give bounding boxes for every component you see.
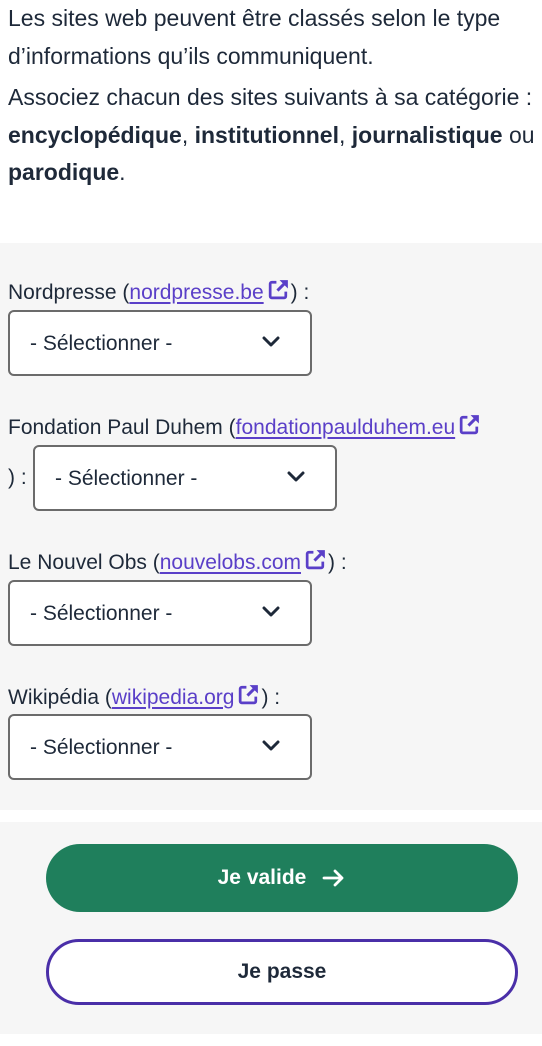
label-suffix: ) : (328, 551, 347, 574)
chevron-down-icon (262, 740, 280, 751)
select-nouvelobs[interactable]: - Sélectionner - (8, 580, 312, 646)
validate-button[interactable]: Je valide (46, 844, 518, 912)
link-nouvelobs[interactable]: nouvelobs.com (160, 551, 301, 574)
question-label-nordpresse: Nordpresse (nordpresse.be ) : (8, 277, 309, 307)
external-link-icon[interactable] (457, 412, 482, 437)
category-encyclopedique: encyclopédique (8, 121, 182, 148)
chevron-down-icon (262, 336, 280, 347)
link-wikipedia[interactable]: wikipedia.org (112, 686, 235, 709)
question-label-wikipedia: Wikipédia (wikipedia.org ) : (8, 682, 280, 712)
separator: , (338, 121, 352, 148)
label-suffix: ) : (261, 686, 281, 709)
skip-label: Je passe (237, 960, 327, 983)
separator: ou (502, 121, 535, 148)
separator: , (181, 121, 195, 148)
link-nordpresse[interactable]: nordpresse.be (129, 281, 263, 304)
actions-panel: Je valide Je passe (0, 822, 542, 1034)
arrow-right-icon (322, 869, 344, 887)
select-value: - Sélectionner - (55, 467, 198, 490)
validate-label: Je valide (217, 866, 307, 889)
intro-text: Les sites web peuvent être classés selon… (8, 5, 501, 69)
instructions: Les sites web peuvent être classés selon… (8, 0, 538, 192)
questions-panel: Nordpresse (nordpresse.be ) : - Sélection… (0, 243, 542, 810)
select-value: - Sélectionner - (30, 332, 173, 355)
site-name: Le Nouvel Obs ( (8, 551, 160, 574)
link-fondationpaulduhem[interactable]: fondationpaulduhem.eu (236, 416, 456, 439)
question-label-fondation: Fondation Paul Duhem (fondationpaulduhem… (8, 412, 482, 442)
period: . (119, 159, 126, 185)
external-link-icon[interactable] (303, 547, 328, 572)
select-fondationpaulduhem[interactable]: - Sélectionner - (33, 445, 337, 511)
select-value: - Sélectionner - (30, 736, 173, 759)
category-journalistique: journalistique (351, 121, 503, 148)
label-suffix: ) : (290, 281, 310, 304)
intro-task: Associez chacun des sites suivants à sa … (8, 79, 538, 192)
category-parodique: parodique (8, 159, 120, 185)
category-institutionnel: institutionnel (194, 121, 339, 148)
skip-button[interactable]: Je passe (46, 939, 518, 1005)
external-link-icon[interactable] (266, 277, 291, 302)
site-name: Nordpresse ( (8, 281, 130, 304)
select-nordpresse[interactable]: - Sélectionner - (8, 310, 312, 376)
task-text: Associez chacun des sites suivants à sa … (8, 84, 533, 110)
question-label-suffix: ) : (8, 466, 27, 489)
external-link-icon[interactable] (236, 682, 261, 707)
chevron-down-icon (287, 471, 305, 482)
site-name: Fondation Paul Duhem ( (8, 416, 236, 439)
chevron-down-icon (262, 606, 280, 617)
select-wikipedia[interactable]: - Sélectionner - (8, 714, 312, 780)
question-label-nouvelobs: Le Nouvel Obs (nouvelobs.com ) : (8, 547, 347, 577)
select-value: - Sélectionner - (30, 602, 173, 625)
site-name: Wikipédia ( (8, 686, 112, 709)
